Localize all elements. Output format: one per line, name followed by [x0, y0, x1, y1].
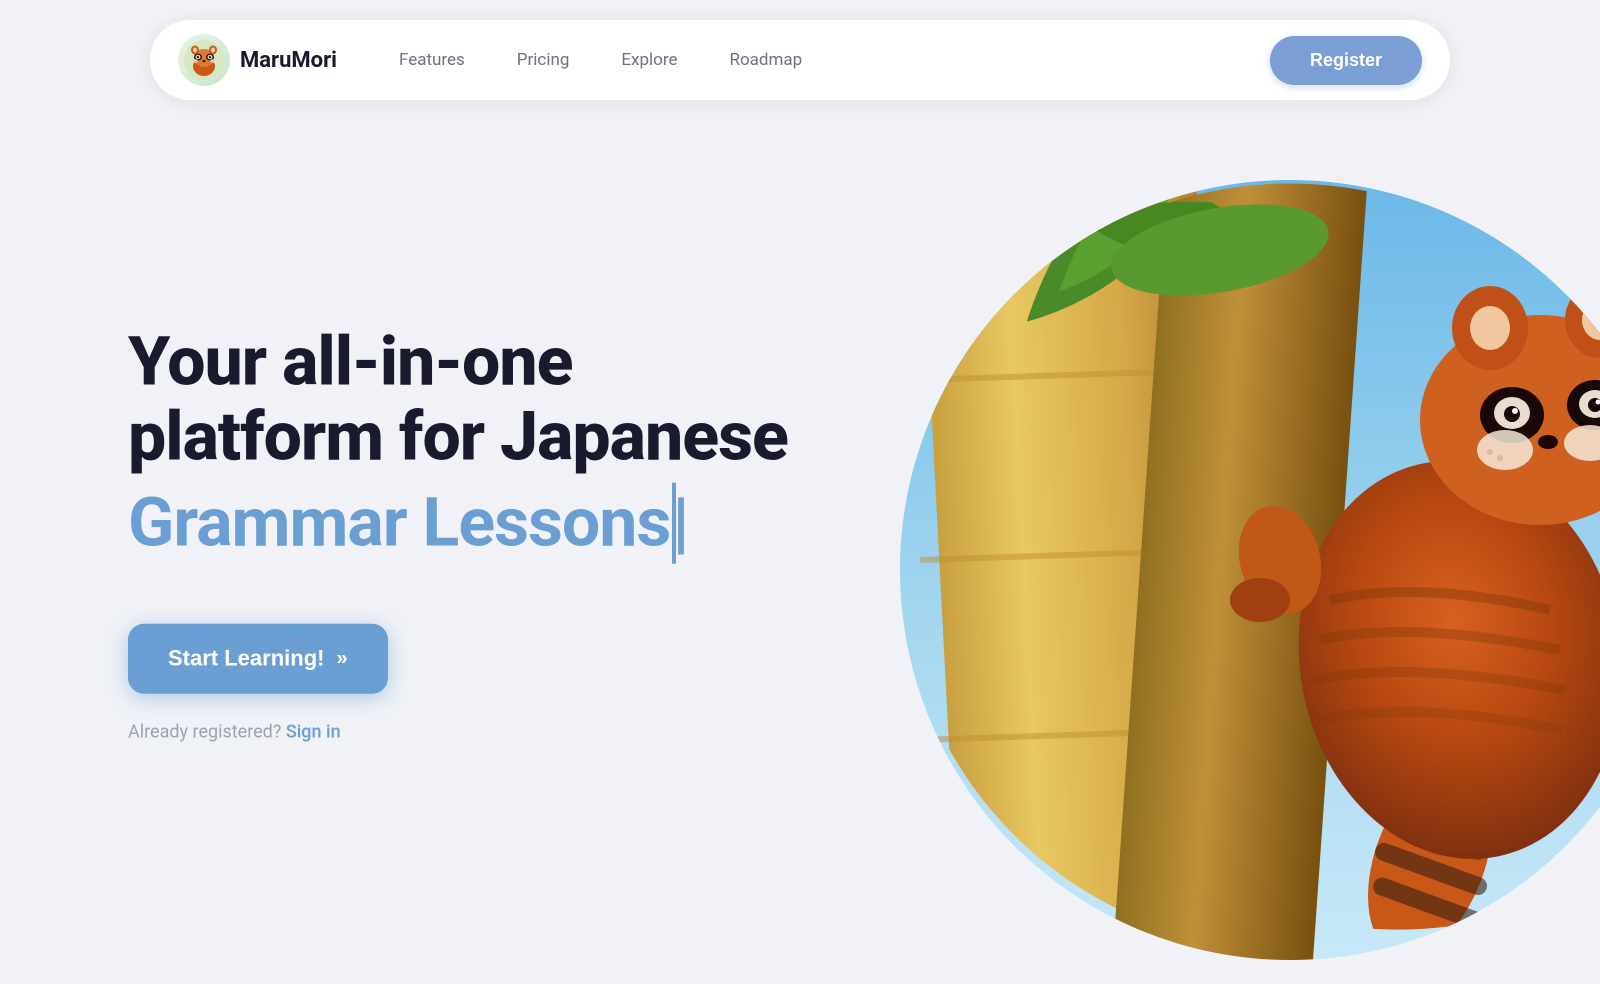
register-button[interactable]: Register — [1270, 36, 1422, 85]
nav-explore[interactable]: Explore — [599, 40, 699, 80]
nav-links: Features Pricing Explore Roadmap — [377, 40, 1270, 80]
already-registered-text: Already registered? Sign in — [128, 722, 788, 743]
hero-title-line1: Your all-in-one platform for Japanese — [128, 325, 788, 475]
nav-pricing[interactable]: Pricing — [495, 40, 592, 80]
hero-content: Your all-in-one platform for Japanese Gr… — [128, 325, 788, 743]
sign-in-link[interactable]: Sign in — [286, 722, 341, 743]
logo-icon — [178, 34, 230, 86]
nav-features[interactable]: Features — [377, 40, 487, 80]
panda-illustration — [900, 180, 1600, 960]
logo-text: MaruMori — [240, 48, 337, 73]
start-learning-button[interactable]: Start Learning! » — [128, 624, 388, 694]
start-btn-label: Start Learning! — [168, 646, 324, 672]
navbar: MaruMori Features Pricing Explore Roadma… — [150, 20, 1450, 100]
text-cursor: | — [672, 482, 676, 564]
hero-section: Your all-in-one platform for Japanese Gr… — [0, 0, 1600, 984]
hero-illustration-circle — [900, 180, 1600, 960]
hero-title-animated: Grammar Lessons| — [128, 482, 788, 564]
chevron-right-icon: » — [336, 647, 347, 670]
nav-roadmap[interactable]: Roadmap — [707, 40, 824, 80]
logo-area[interactable]: MaruMori — [178, 34, 337, 86]
